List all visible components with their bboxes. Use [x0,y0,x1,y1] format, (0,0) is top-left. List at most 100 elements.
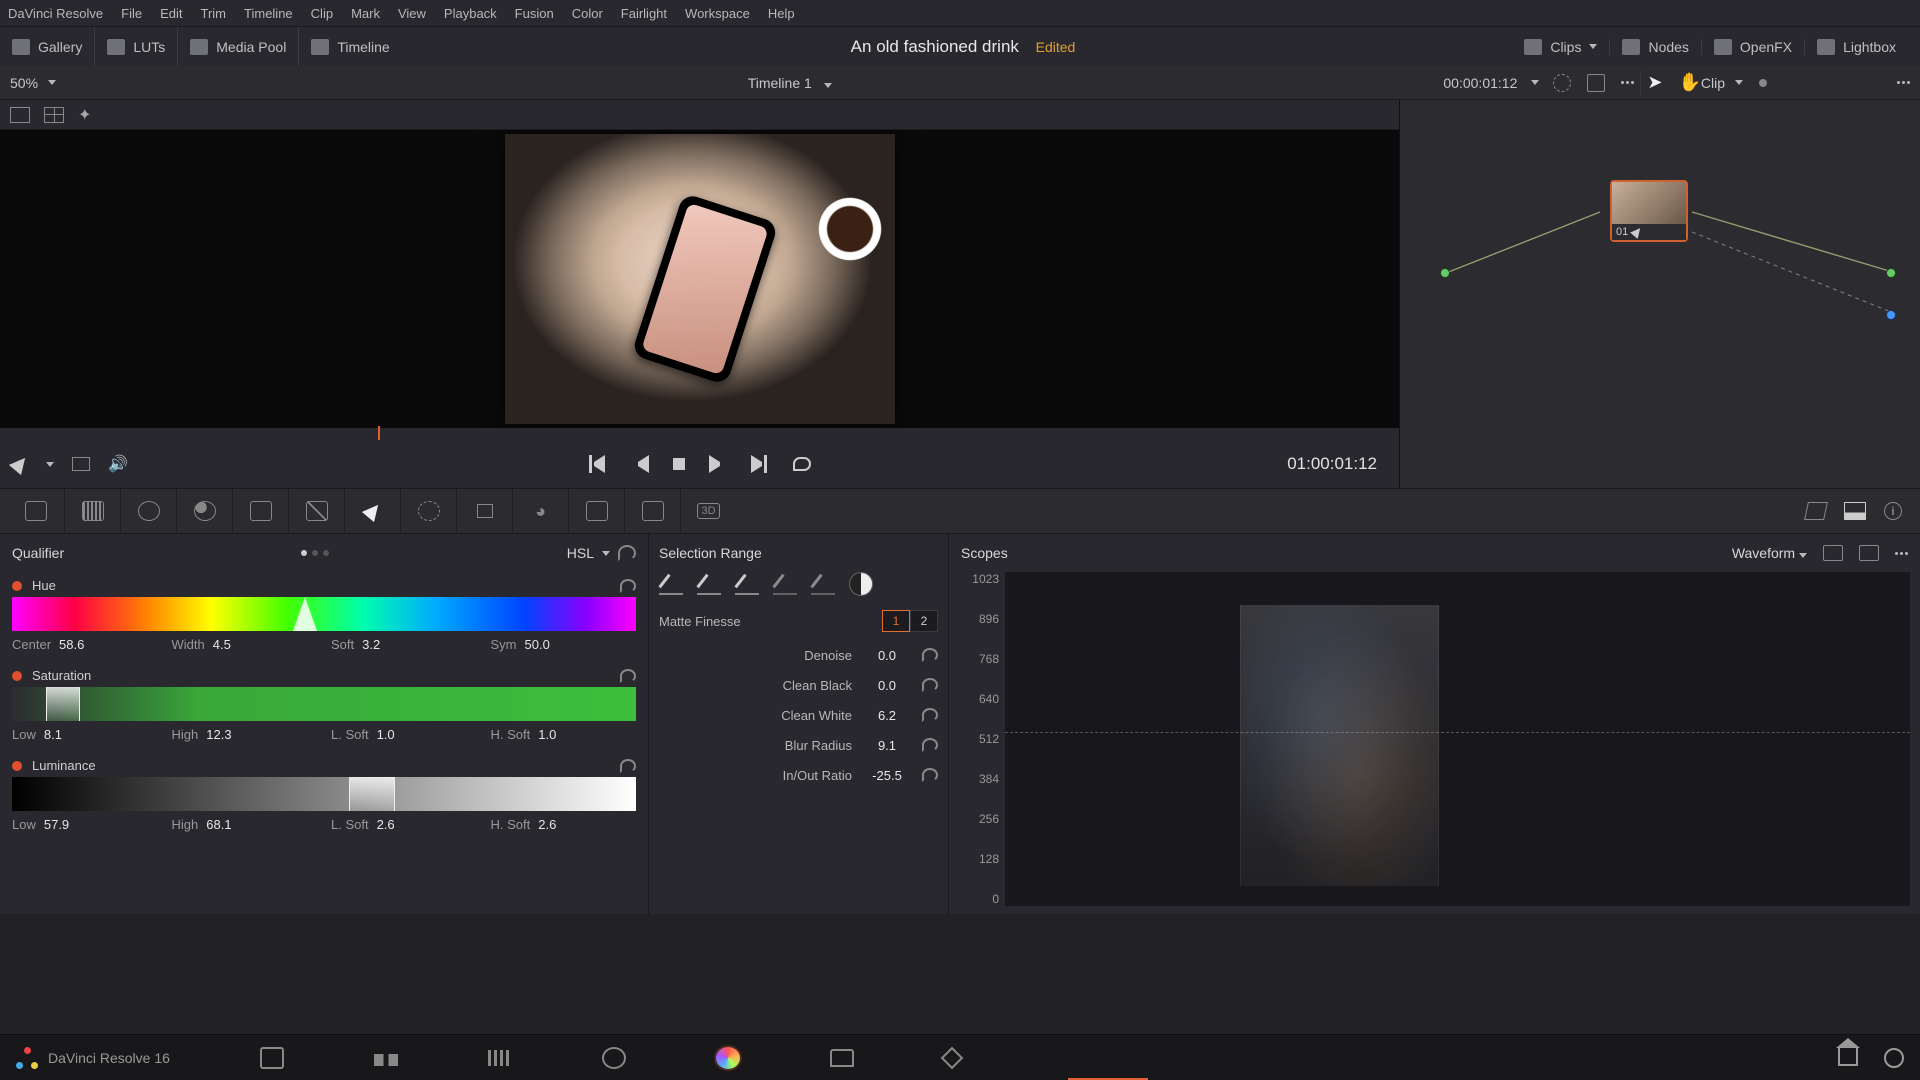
cleanblack-value[interactable]: 0.0 [862,678,912,693]
color-page-tab[interactable] [716,1047,740,1069]
reset-icon[interactable] [922,738,938,752]
edit-page-tab[interactable] [488,1050,512,1066]
single-viewer-icon[interactable] [10,107,30,123]
graph-output-dot[interactable] [1886,268,1896,278]
wheels-tab[interactable] [120,489,176,533]
menu-clip[interactable]: Clip [311,6,333,21]
cut-page-tab[interactable] [374,1054,398,1066]
rgb-mixer-tab[interactable] [176,489,232,533]
source-timecode[interactable]: 00:00:01:12 [1443,75,1517,91]
scopes-popout-icon[interactable] [1859,545,1879,561]
menu-playback[interactable]: Playback [444,6,497,21]
node-options-icon[interactable] [1897,81,1910,84]
sizing-tab[interactable] [624,489,680,533]
reset-icon[interactable] [922,678,938,692]
picker-icon[interactable] [659,573,683,595]
fusion-page-tab[interactable] [602,1047,626,1069]
picker-soft-minus-icon[interactable] [773,573,797,595]
menu-fusion[interactable]: Fusion [515,6,554,21]
cleanwhite-value[interactable]: 6.2 [862,708,912,723]
qualifier-mode-dropdown[interactable]: HSL [567,545,636,561]
settings-icon[interactable] [1884,1048,1904,1068]
matte-tab-1[interactable]: 1 [882,610,910,632]
scopes-toggle-icon[interactable] [1844,502,1866,520]
reset-icon[interactable] [922,708,938,722]
play-button[interactable] [709,455,727,473]
hue-strip[interactable] [12,597,636,631]
lum-enable-dot[interactable] [12,761,22,771]
sat-enable-dot[interactable] [12,671,22,681]
matte-tab-2[interactable]: 2 [910,610,938,632]
mediapool-toggle[interactable]: Media Pool [177,27,298,66]
menu-color[interactable]: Color [572,6,603,21]
blurradius-value[interactable]: 9.1 [862,738,912,753]
first-frame-button[interactable] [589,455,607,473]
menu-fairlight[interactable]: Fairlight [621,6,667,21]
info-icon[interactable]: i [1884,502,1902,520]
grid-viewer-icon[interactable] [44,107,64,123]
menu-workspace[interactable]: Workspace [685,6,750,21]
lum-high-value[interactable]: 68.1 [206,817,231,832]
viewer-canvas[interactable] [0,130,1399,428]
graph-input-dot[interactable] [1440,268,1450,278]
graph-alpha-output-dot[interactable] [1886,310,1896,320]
picker-minus-icon[interactable] [697,573,721,595]
node-graph[interactable]: 01 [1400,100,1920,488]
blur-tab[interactable]: ◕ [512,489,568,533]
openfx-toggle[interactable]: OpenFX [1701,39,1804,55]
step-back-button[interactable] [631,455,649,473]
qualifier-tab[interactable] [344,489,400,533]
scrubber-track[interactable] [0,428,1399,440]
sat-lsoft-value[interactable]: 1.0 [377,727,395,742]
clips-toggle[interactable]: Clips [1524,39,1609,55]
menu-file[interactable]: File [121,6,142,21]
chevron-down-icon[interactable] [1531,80,1539,85]
luminance-strip[interactable] [12,777,636,811]
reset-icon[interactable] [922,768,938,782]
menu-app[interactable]: DaVinci Resolve [8,6,103,21]
viewer-zoom-dropdown[interactable]: 50% [10,75,150,91]
stop-button[interactable] [673,458,685,470]
sat-high-value[interactable]: 12.3 [206,727,231,742]
loop-button[interactable] [793,457,811,471]
sat-hsoft-value[interactable]: 1.0 [538,727,556,742]
nodes-toggle[interactable]: Nodes [1609,39,1700,55]
denoise-value[interactable]: 0.0 [862,648,912,663]
color-match-tab[interactable] [64,489,120,533]
menu-trim[interactable]: Trim [201,6,227,21]
stereo-3d-tab[interactable]: 3D [680,489,736,533]
auto-color-icon[interactable]: ✦ [78,105,91,125]
key-tab[interactable] [568,489,624,533]
playhead[interactable] [378,426,380,440]
window-tab[interactable] [400,489,456,533]
scopes-mode-dropdown[interactable]: Waveform [1732,545,1807,561]
home-icon[interactable] [1838,1048,1858,1066]
node-zoom-dropdown[interactable]: Clip [1701,75,1910,91]
deliver-page-tab[interactable] [941,1046,964,1069]
reset-icon[interactable] [922,648,938,662]
lightbox-toggle[interactable]: Lightbox [1804,39,1908,55]
scopes-settings-icon[interactable] [1823,545,1843,561]
reset-icon[interactable] [620,669,636,683]
reset-icon[interactable] [620,579,636,593]
viewer-options-icon[interactable] [1621,81,1634,84]
invert-icon[interactable] [849,572,873,596]
gallery-toggle[interactable]: Gallery [12,27,94,66]
saturation-strip[interactable] [12,687,636,721]
expand-viewer-icon[interactable] [1587,74,1605,92]
menu-edit[interactable]: Edit [160,6,182,21]
timeline-dropdown[interactable]: Timeline 1 [150,75,1429,91]
pointer-tool-icon[interactable]: ➤ [1647,72,1662,93]
menu-timeline[interactable]: Timeline [244,6,293,21]
tracker-tab[interactable] [456,489,512,533]
curves-tab[interactable] [288,489,344,533]
chevron-down-icon[interactable] [46,462,54,467]
mute-icon[interactable]: 🔊 [108,454,128,474]
menu-help[interactable]: Help [768,6,795,21]
hue-sym-value[interactable]: 50.0 [525,637,550,652]
inoutratio-value[interactable]: -25.5 [862,768,912,783]
timeline-toggle[interactable]: Timeline [298,27,401,66]
motion-effects-tab[interactable] [232,489,288,533]
waveform-scope[interactable] [1005,572,1910,906]
scopes-options-icon[interactable] [1895,552,1908,555]
